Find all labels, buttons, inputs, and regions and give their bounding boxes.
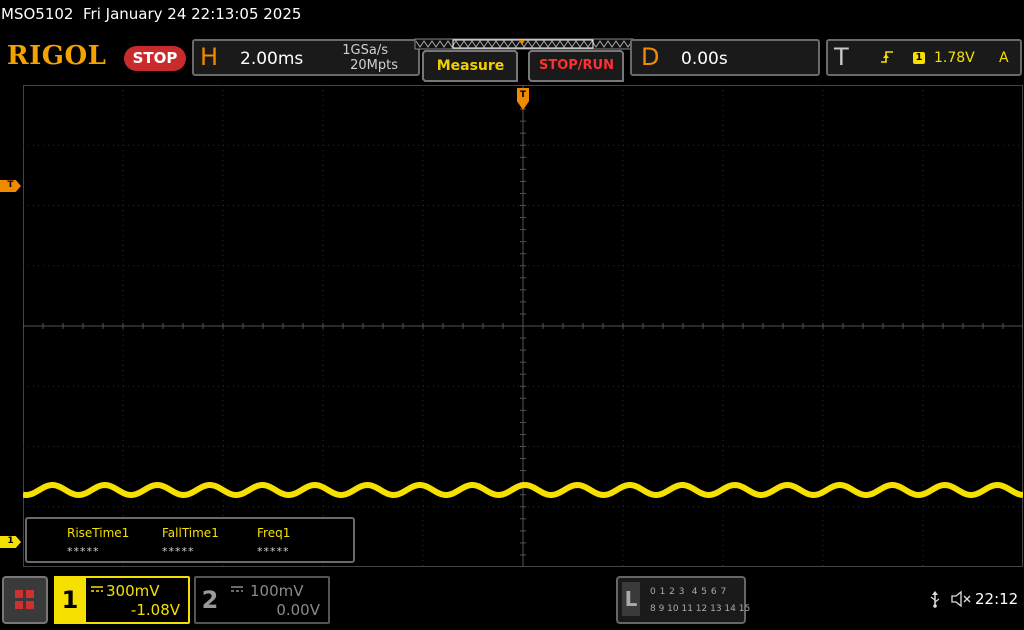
measurement-value: ***** [257,545,290,558]
ch1-scale: 300mV [106,582,160,600]
trigger-source-badge: 1 [913,52,925,64]
delay-value: 0.00s [681,49,728,69]
dc-coupling-icon [91,586,103,592]
ch1-offset-marker[interactable]: 1 [0,536,21,548]
system-clock: 22:12 [975,590,1019,608]
ch1-number: 1 [54,576,86,624]
run-status-badge: STOP [124,46,186,71]
ch2-offset: 0.00V [276,601,320,619]
measurement-value: ***** [162,545,195,558]
horizontal-label: H [200,43,219,71]
menu-button[interactable] [2,576,48,624]
ch1-offset: -1.08V [130,601,180,619]
stop-run-button[interactable]: STOP/RUN [533,53,620,79]
measure-button[interactable]: Measure [427,53,514,79]
datetime: Fri January 24 22:13:05 2025 [83,5,302,23]
mute-icon[interactable] [950,590,972,612]
measurement-panel: RiseTime1 ***** FallTime1 ***** Freq1 **… [25,517,355,563]
measurement-value: ***** [67,545,100,558]
measurement-name: FallTime1 [162,526,219,540]
waveform-display[interactable] [23,85,1023,567]
ch2-scale: 100mV [250,582,304,600]
timebase-value: 2.00ms [240,49,304,69]
grid-menu-icon [15,590,34,609]
measurement-name: Freq1 [257,526,291,540]
logic-analyzer-label: L [622,582,640,616]
sample-rate: 1GSa/s [342,43,388,58]
dc-coupling-icon [231,586,243,592]
memory-depth: 20Mpts [350,58,398,73]
rising-edge-icon [881,51,893,63]
measurement-name: RiseTime1 [67,526,130,540]
trigger-level: 1.78V [934,50,975,66]
digital-channels-row2: 8 9 10 11 12 13 14 15 [650,604,751,614]
model-name: MSO5102 [1,5,74,23]
delay-label: D [641,43,660,71]
rigol-logo: RIGOL [7,41,107,71]
trigger-level-marker[interactable]: T [0,180,21,192]
digital-channels-row1: 0 1 2 3 4 5 6 7 [650,587,727,597]
usb-icon [928,590,942,612]
ch2-number: 2 [201,586,219,614]
trigger-coupling: A [999,50,1009,66]
memory-position-bar [414,38,634,50]
trigger-label: T [834,43,849,71]
title-line: MSO5102 Fri January 24 22:13:05 2025 [1,5,301,23]
